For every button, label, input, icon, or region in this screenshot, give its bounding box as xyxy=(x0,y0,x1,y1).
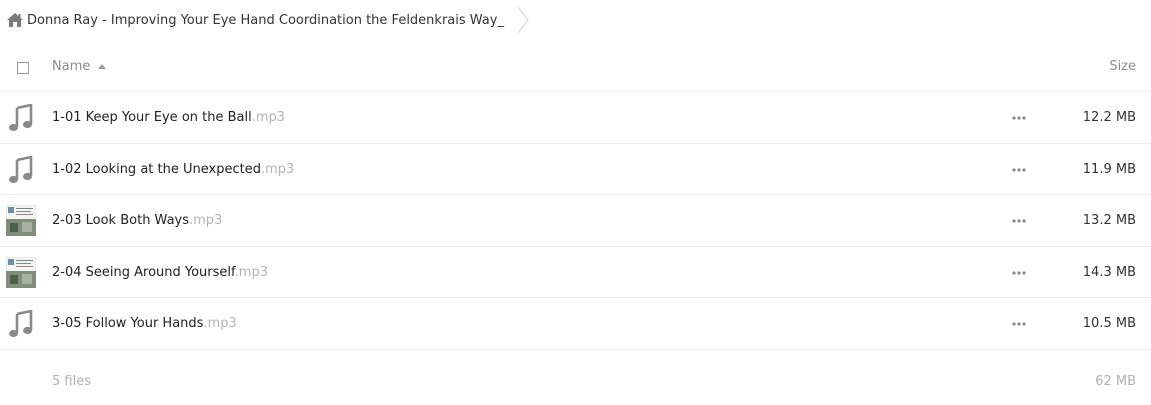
file-list-header: Name Size xyxy=(0,42,1151,92)
file-list: 1-01 Keep Your Eye on the Ball.mp3 12.2 M… xyxy=(0,92,1151,350)
music-icon xyxy=(9,104,33,132)
file-size: 14.3 MB xyxy=(1082,264,1136,280)
file-size: 13.2 MB xyxy=(1082,213,1136,228)
file-base-name: 2-04 Seeing Around Yourself xyxy=(52,264,235,280)
file-extension: .mp3 xyxy=(203,316,237,331)
file-extension: .mp3 xyxy=(260,161,295,177)
file-row[interactable]: 3-05 Follow Your Hands.mp3 10.5 MB xyxy=(0,298,1151,350)
breadcrumb-separator-icon xyxy=(517,6,529,34)
more-options-icon[interactable] xyxy=(1012,167,1026,172)
album-art-thumbnail xyxy=(6,205,36,236)
music-icon xyxy=(9,155,33,183)
file-extension: .mp3 xyxy=(251,110,286,125)
sort-ascending-icon xyxy=(98,64,107,69)
file-count: 5 files xyxy=(52,374,91,389)
size-column-header[interactable]: Size xyxy=(1109,59,1136,74)
file-name[interactable]: 3-05 Follow Your Hands.mp3 xyxy=(52,316,237,331)
more-options-icon[interactable] xyxy=(1012,270,1026,275)
file-row[interactable]: 2-04 Seeing Around Yourself.mp3 14.3 MB xyxy=(0,247,1151,298)
file-extension: .mp3 xyxy=(189,213,223,228)
file-base-name: 1-02 Looking at the Unexpected xyxy=(52,161,261,177)
name-column-label: Name xyxy=(52,59,91,74)
file-size: 10.5 MB xyxy=(1082,316,1136,331)
file-row[interactable]: 2-03 Look Both Ways.mp3 13.2 MB xyxy=(0,195,1151,247)
name-column-header[interactable]: Name xyxy=(52,59,107,74)
breadcrumb: Donna Ray - Improving Your Eye Hand Coor… xyxy=(0,0,1151,40)
file-extension: .mp3 xyxy=(234,264,268,280)
file-size: 12.2 MB xyxy=(1082,110,1136,125)
select-all-checkbox[interactable] xyxy=(17,62,29,74)
file-name[interactable]: 1-02 Looking at the Unexpected.mp3 xyxy=(52,162,294,177)
more-options-icon[interactable] xyxy=(1012,322,1026,326)
more-options-icon[interactable] xyxy=(1012,116,1026,120)
file-row[interactable]: 1-02 Looking at the Unexpected.mp3 11.9 M… xyxy=(0,144,1151,195)
music-icon xyxy=(9,310,33,338)
album-art-thumbnail xyxy=(6,256,36,288)
file-name[interactable]: 1-01 Keep Your Eye on the Ball.mp3 xyxy=(52,110,285,125)
file-base-name: 1-01 Keep Your Eye on the Ball xyxy=(52,110,252,125)
file-row[interactable]: 1-01 Keep Your Eye on the Ball.mp3 12.2 M… xyxy=(0,92,1151,144)
file-list-summary: 5 files 62 MB xyxy=(0,372,1151,392)
total-size: 62 MB xyxy=(1095,374,1136,389)
home-icon[interactable] xyxy=(6,11,24,29)
file-name[interactable]: 2-03 Look Both Ways.mp3 xyxy=(52,213,222,228)
file-name[interactable]: 2-04 Seeing Around Yourself.mp3 xyxy=(52,265,268,280)
file-base-name: 2-03 Look Both Ways xyxy=(52,213,190,228)
breadcrumb-current-folder[interactable]: Donna Ray - Improving Your Eye Hand Coor… xyxy=(27,13,504,28)
more-options-icon[interactable] xyxy=(1012,219,1026,223)
file-size: 11.9 MB xyxy=(1082,161,1136,177)
file-base-name: 3-05 Follow Your Hands xyxy=(52,316,204,331)
